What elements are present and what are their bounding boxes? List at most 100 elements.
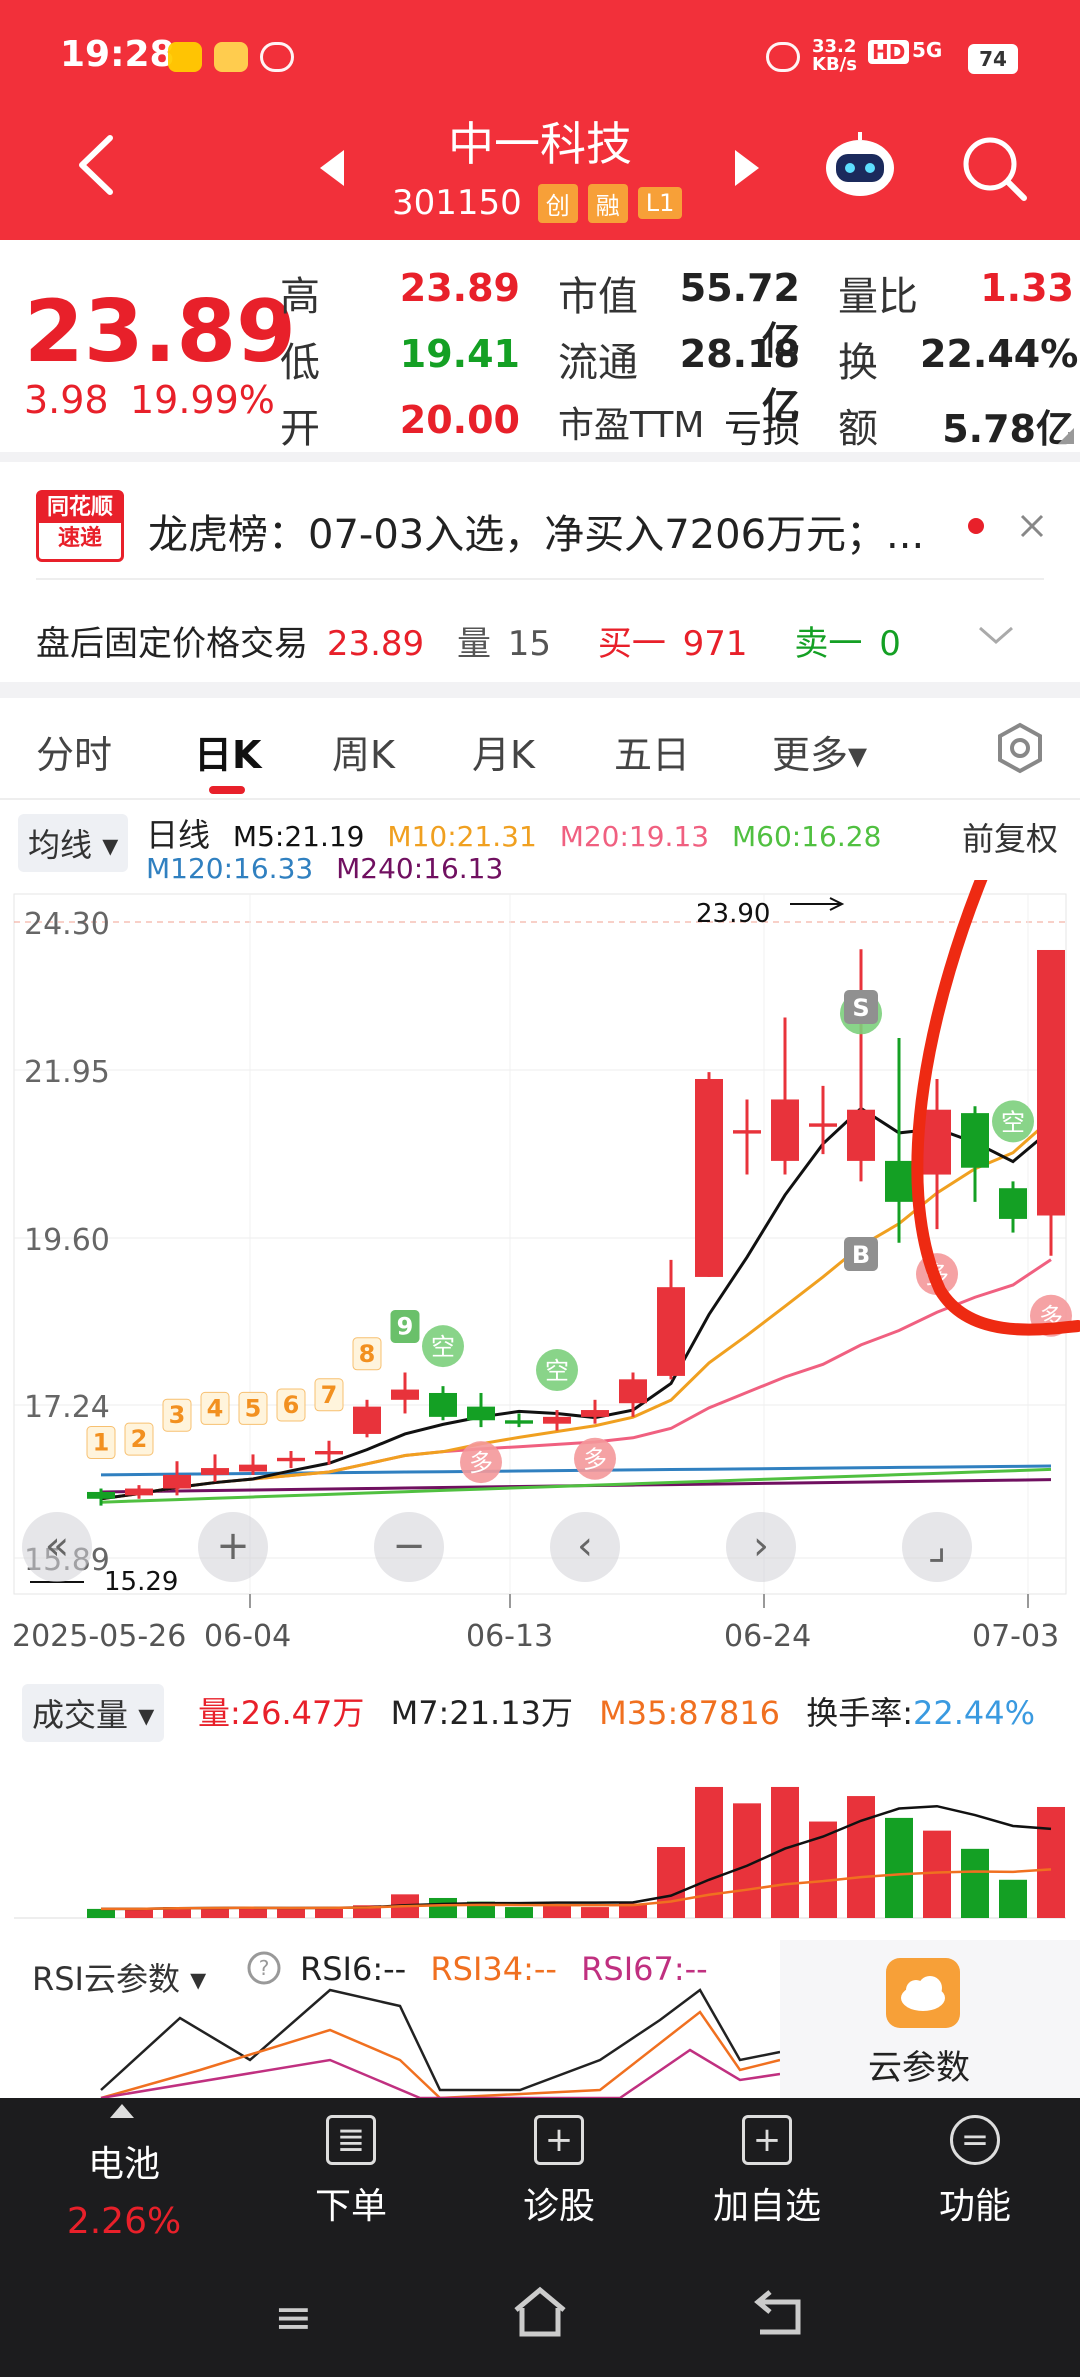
stock-name: 中一科技 xyxy=(448,117,632,171)
price-change: 3.98 xyxy=(24,378,109,422)
ma60-label: M60:16.28 xyxy=(732,820,882,853)
collapse-up-icon[interactable] xyxy=(110,2104,134,2118)
adjust-mode[interactable]: 前复权 xyxy=(962,814,1058,860)
kong-signal-label: 空 xyxy=(431,1333,455,1361)
low-label: 低 xyxy=(280,340,320,386)
ma5-label: M5:21.19 xyxy=(232,820,365,853)
volume-value: 量:26.47万 xyxy=(198,1694,365,1732)
volume-legend: 量:26.47万 M7:21.13万 M35:87816 换手率:22.44% xyxy=(198,1688,1035,1734)
kline-chart[interactable]: 123456789空空多多空空多多SB 24.3021.9519.6017.24… xyxy=(0,880,1080,2098)
candle-body xyxy=(543,1416,571,1424)
tab-daily-k[interactable]: 日K xyxy=(194,724,261,779)
candle-body xyxy=(239,1464,267,1472)
min-price-annotation: 15.29 xyxy=(104,1567,178,1597)
trade-badge-label: S xyxy=(852,994,869,1022)
zoom-in-icon[interactable]: + xyxy=(198,1512,268,1582)
indicator-select[interactable]: 均线 ▾ xyxy=(18,814,129,872)
vol-ratio-value: 1.33 xyxy=(980,266,1074,310)
fullscreen-icon[interactable]: ⌟ xyxy=(902,1512,972,1582)
sync-icon xyxy=(260,42,294,72)
tag-chuang: 创 xyxy=(537,183,578,223)
amount-label: 额 xyxy=(838,406,878,452)
search-icon[interactable] xyxy=(960,134,1030,204)
scroll-left-icon[interactable]: ‹ xyxy=(550,1512,620,1582)
bid1-label: 买一 xyxy=(597,624,666,664)
volume-bar xyxy=(657,1847,685,1918)
tab-more[interactable]: 更多▾ xyxy=(772,724,867,779)
chevron-down-icon[interactable] xyxy=(976,620,1016,650)
sequence-number: 9 xyxy=(397,1312,414,1340)
candle-body xyxy=(809,1123,837,1127)
volume-select[interactable]: 成交量 ▾ xyxy=(22,1684,165,1742)
footer-battery[interactable]: 电池 2.26% xyxy=(44,2135,204,2242)
candle-body xyxy=(847,1109,875,1161)
duo-signal-label: 多 xyxy=(583,1446,607,1474)
candle-body xyxy=(125,1488,153,1496)
candle-body xyxy=(201,1468,229,1475)
nav-menu-icon[interactable]: ≡ xyxy=(274,2290,313,2344)
ma10-label: M10:21.31 xyxy=(387,820,537,853)
battery-icon: 74 xyxy=(968,44,1018,74)
pe-label: 市盈TTM xyxy=(558,405,705,446)
stock-code-row: 301150 创 融 L1 xyxy=(392,180,683,226)
cloud-params-label[interactable]: 云参数 xyxy=(868,2040,970,2089)
robot-assistant-icon[interactable] xyxy=(822,128,898,202)
price-axis-label: 17.24 xyxy=(24,1390,110,1425)
duo-signal-label: 多 xyxy=(469,1449,493,1477)
chart-settings-icon[interactable] xyxy=(994,722,1046,774)
expand-corner-icon[interactable] xyxy=(1054,428,1074,444)
pe-value: 亏损 xyxy=(723,407,800,451)
tab-five-day[interactable]: 五日 xyxy=(614,724,690,779)
footer-functions[interactable]: = 功能 xyxy=(895,2115,1055,2229)
turnover-rate-value: 22.44% xyxy=(913,1694,1036,1732)
rsi-select[interactable]: RSI云参数 ▾ xyxy=(22,1948,217,2006)
divider xyxy=(36,578,1044,580)
alarm-icon xyxy=(766,42,800,72)
footer-diagnose[interactable]: + 诊股 xyxy=(479,2115,639,2229)
volume-bar xyxy=(277,1908,305,1918)
candle-body xyxy=(391,1389,419,1400)
low-value: 19.41 xyxy=(399,332,520,376)
current-price: 23.89 xyxy=(24,282,297,382)
candle-body xyxy=(505,1420,533,1424)
cloud-icon xyxy=(886,1958,960,2028)
scroll-right-icon[interactable]: › xyxy=(726,1512,796,1582)
news-text[interactable]: 龙虎榜：07-03入选，净买入7206万元；... xyxy=(148,502,924,560)
vol-ratio-label: 量比 xyxy=(838,274,918,320)
app-header: 19:28 33.2 KB/s HD 5G 74 中一科技 301150 创 融… xyxy=(0,0,1080,240)
nav-home-icon[interactable] xyxy=(510,2284,570,2340)
help-icon[interactable]: ? xyxy=(246,1950,282,1986)
scroll-far-left-icon[interactable]: « xyxy=(22,1512,92,1582)
footer-diagnose-label: 诊股 xyxy=(522,2186,595,2227)
open-value: 20.00 xyxy=(399,398,520,442)
close-icon[interactable] xyxy=(1018,512,1046,540)
tab-intraday[interactable]: 分时 xyxy=(36,724,112,779)
candle-body xyxy=(771,1099,799,1161)
news-logo: 同花顺 速递 xyxy=(36,490,124,562)
zoom-out-icon[interactable]: − xyxy=(374,1512,444,1582)
price-axis-label: 19.60 xyxy=(24,1223,110,1258)
kong-signal-label: 空 xyxy=(545,1357,569,1385)
tab-weekly-k[interactable]: 周K xyxy=(332,724,395,779)
amount-value: 5.78亿 xyxy=(942,407,1074,451)
footer-order[interactable]: ≣ 下单 xyxy=(271,2115,431,2229)
date-axis-label: 2025-05-26 xyxy=(12,1619,186,1654)
volume-bar xyxy=(1037,1806,1065,1918)
status-bar: 19:28 33.2 KB/s HD 5G 74 xyxy=(0,0,1080,110)
date-axis-label: 07-03 xyxy=(972,1619,1059,1654)
status-time: 19:28 xyxy=(60,34,175,75)
svg-text:?: ? xyxy=(259,1956,270,1980)
sequence-number: 1 xyxy=(93,1429,110,1457)
app-icon xyxy=(214,42,248,72)
tab-monthly-k[interactable]: 月K xyxy=(472,724,535,779)
footer-add-watchlist[interactable]: + 加自选 xyxy=(687,2115,847,2229)
candle-body xyxy=(353,1406,381,1434)
volume-m35: M35:87816 xyxy=(599,1694,781,1732)
next-stock-icon[interactable] xyxy=(735,150,759,186)
rsi34-line xyxy=(100,2010,781,2098)
candle-body xyxy=(163,1474,191,1489)
nav-back-icon[interactable] xyxy=(750,2284,810,2340)
volume-bar xyxy=(87,1908,115,1918)
rsi-select-label: RSI云参数 xyxy=(32,1960,180,1998)
speed-icon xyxy=(168,42,202,72)
